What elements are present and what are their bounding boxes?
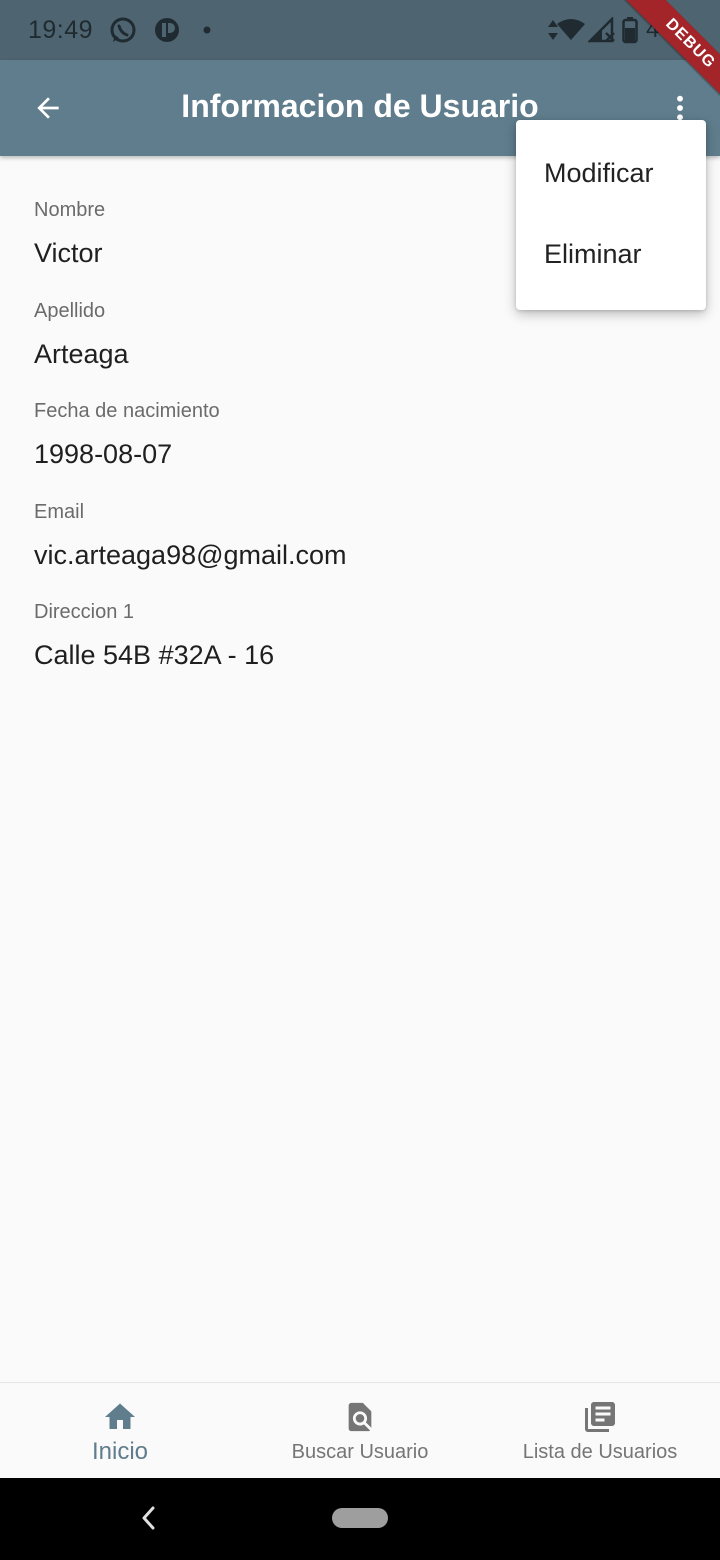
library-books-icon xyxy=(580,1397,620,1437)
field-value: Arteaga xyxy=(34,338,129,369)
nav-label: Buscar Usuario xyxy=(291,1441,429,1463)
bottom-navigation: Inicio Buscar Usuario Lista de Usuarios xyxy=(0,1382,720,1479)
status-bar: 19:49 4 xyxy=(0,0,720,60)
status-time: 19:49 xyxy=(28,16,94,44)
menu-item-modificar[interactable]: Modificar xyxy=(544,158,654,189)
field-email: Email vic.arteaga98@gmail.com xyxy=(34,498,684,599)
app-notification-icon xyxy=(152,14,182,46)
find-in-page-icon xyxy=(340,1397,380,1437)
battery-icon xyxy=(620,14,640,46)
whatsapp-icon xyxy=(108,14,138,46)
field-label: Email xyxy=(34,500,85,523)
home-icon xyxy=(100,1397,140,1437)
signal-icon xyxy=(588,14,616,46)
nav-label: Inicio xyxy=(91,1438,149,1465)
field-fecha-nacimiento: Fecha de nacimiento 1998-08-07 xyxy=(34,397,684,498)
nav-label: Lista de Usuarios xyxy=(522,1441,678,1463)
wifi-icon xyxy=(556,14,586,46)
system-navigation-bar xyxy=(0,1478,720,1560)
chevron-left-icon xyxy=(142,1506,155,1530)
field-value: 1998-08-07 xyxy=(34,439,173,469)
field-label: Direccion 1 xyxy=(34,601,135,623)
field-label: Fecha de nacimiento xyxy=(34,400,220,422)
system-back-button[interactable] xyxy=(130,1498,166,1538)
nav-item-buscar-usuario[interactable]: Buscar Usuario xyxy=(240,1383,480,1479)
field-direccion: Direccion 1 Calle 54B #32A - 16 xyxy=(34,598,684,699)
field-apellido: Apellido Arteaga xyxy=(34,297,684,398)
nav-item-inicio[interactable]: Inicio xyxy=(0,1383,240,1479)
field-value: vic.arteaga98@gmail.com xyxy=(34,539,347,570)
popup-menu: Modificar Eliminar xyxy=(516,120,706,310)
menu-item-eliminar[interactable]: Eliminar xyxy=(544,239,642,270)
nav-item-lista-usuarios[interactable]: Lista de Usuarios xyxy=(480,1383,720,1479)
dot-icon xyxy=(200,14,214,46)
field-value: Calle 54B #32A - 16 xyxy=(34,640,275,670)
system-home-pill[interactable] xyxy=(332,1508,388,1528)
